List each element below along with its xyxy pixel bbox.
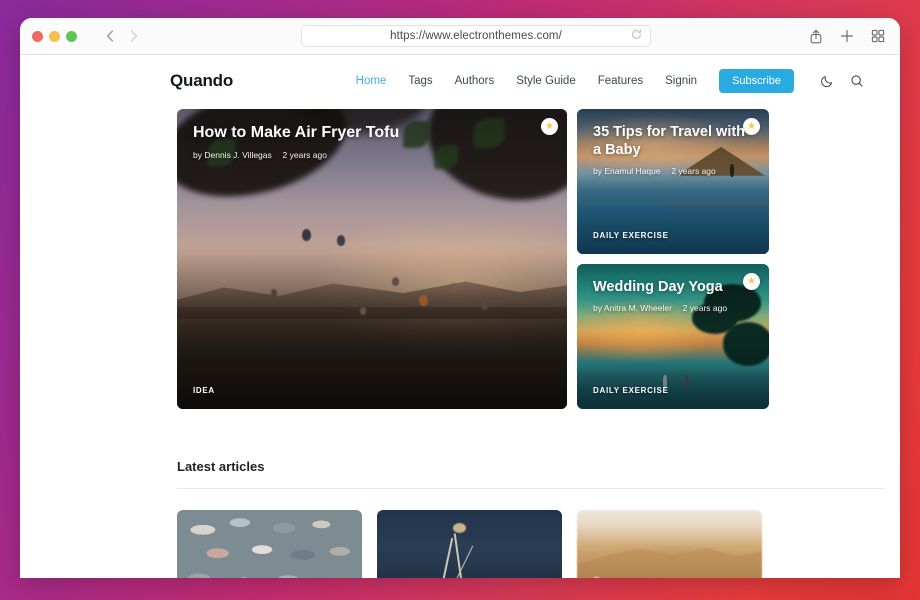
- featured-post-byline: by Dennis J. Villegas 2 years ago: [193, 150, 551, 160]
- featured-post-tag[interactable]: IDEA: [193, 386, 215, 395]
- byline-prefix: by: [593, 166, 602, 177]
- secondary-post-tag[interactable]: DAILY EXERCISE: [593, 386, 669, 395]
- latest-articles-grid: [177, 510, 884, 578]
- nav-item-home[interactable]: Home: [356, 75, 387, 87]
- nav-item-signin[interactable]: Signin: [665, 75, 697, 87]
- stem-decoration: [451, 545, 474, 578]
- site-header: Quando Home Tags Authors Style Guide Fea…: [20, 55, 900, 107]
- secondary-post-time: 2 years ago: [671, 166, 716, 177]
- tab-overview-button[interactable]: [869, 28, 886, 45]
- minimize-window-button[interactable]: [49, 30, 60, 42]
- address-bar[interactable]: https://www.electronthemes.com/: [301, 25, 651, 47]
- plus-icon: [840, 30, 853, 42]
- main-navigation: Home Tags Authors Style Guide Features S…: [356, 69, 864, 93]
- grid-icon: [871, 29, 884, 43]
- window-traffic-lights: [32, 30, 77, 42]
- share-button[interactable]: [807, 28, 824, 45]
- browser-actions: [807, 28, 888, 45]
- bloom-decoration: [452, 522, 466, 533]
- subscribe-button[interactable]: Subscribe: [719, 69, 794, 93]
- secondary-post-card[interactable]: ★ 35 Tips for Travel with a Baby by Enam…: [577, 109, 769, 254]
- featured-posts-grid: ★ How to Make Air Fryer Tofu by Dennis J…: [20, 109, 900, 409]
- new-tab-button[interactable]: [838, 28, 855, 45]
- article-card[interactable]: [577, 510, 762, 578]
- page-viewport: Quando Home Tags Authors Style Guide Fea…: [20, 55, 900, 578]
- secondary-post-author[interactable]: Enamul Haque: [604, 166, 660, 176]
- back-button[interactable]: [99, 25, 121, 47]
- secondary-post-title: 35 Tips for Travel with a Baby: [593, 124, 746, 159]
- secondary-post-author[interactable]: Anitra M. Wheeler: [604, 303, 672, 313]
- byline-prefix: by: [193, 150, 202, 160]
- nav-item-tags[interactable]: Tags: [408, 75, 432, 87]
- maximize-window-button[interactable]: [66, 30, 77, 42]
- reload-icon[interactable]: [631, 29, 642, 43]
- nav-item-authors[interactable]: Authors: [455, 75, 495, 87]
- forward-button[interactable]: [123, 25, 145, 47]
- search-button[interactable]: [850, 74, 864, 88]
- chevron-left-icon: [106, 30, 114, 42]
- article-card[interactable]: [377, 510, 562, 578]
- close-window-button[interactable]: [32, 30, 43, 42]
- featured-post-content: How to Make Air Fryer Tofu by Dennis J. …: [177, 109, 567, 409]
- featured-post-card[interactable]: ★ How to Make Air Fryer Tofu by Dennis J…: [177, 109, 567, 409]
- header-icon-group: [820, 74, 864, 88]
- chevron-right-icon: [130, 30, 138, 42]
- article-card[interactable]: [177, 510, 362, 578]
- secondary-post-byline: by Enamul Haque 2 years ago: [593, 166, 753, 176]
- latest-articles-heading: Latest articles: [177, 459, 265, 474]
- url-text: https://www.electronthemes.com/: [390, 30, 562, 42]
- secondary-post-card[interactable]: ★ Wedding Day Yoga by Anitra M. Wheeler …: [577, 264, 769, 409]
- stem-decoration: [439, 538, 453, 578]
- secondary-post-time: 2 years ago: [682, 303, 728, 314]
- secondary-post-byline: by Anitra M. Wheeler 2 years ago: [593, 303, 753, 313]
- nav-item-style-guide[interactable]: Style Guide: [516, 75, 575, 87]
- dark-mode-toggle[interactable]: [820, 74, 834, 88]
- browser-navigation: [99, 25, 145, 47]
- moon-icon: [821, 76, 833, 88]
- latest-articles-section: Latest articles: [20, 459, 900, 578]
- featured-post-title: How to Make Air Fryer Tofu: [193, 124, 400, 141]
- featured-post-time: 2 years ago: [282, 150, 327, 160]
- secondary-post-title: Wedding Day Yoga: [593, 279, 723, 295]
- featured-post-author[interactable]: Dennis J. Villegas: [204, 150, 271, 160]
- site-logo[interactable]: Quando: [36, 71, 233, 91]
- nav-item-features[interactable]: Features: [598, 75, 643, 87]
- address-bar-container: https://www.electronthemes.com/: [155, 25, 797, 47]
- secondary-post-tag[interactable]: DAILY EXERCISE: [593, 231, 669, 240]
- search-icon: [851, 75, 863, 87]
- byline-prefix: by: [593, 303, 602, 314]
- browser-window: https://www.electronthemes.com/ Quando H…: [20, 18, 900, 578]
- browser-toolbar: https://www.electronthemes.com/: [20, 18, 900, 55]
- dune-decoration: [577, 548, 762, 578]
- share-icon: [810, 29, 821, 43]
- section-divider: [177, 488, 884, 489]
